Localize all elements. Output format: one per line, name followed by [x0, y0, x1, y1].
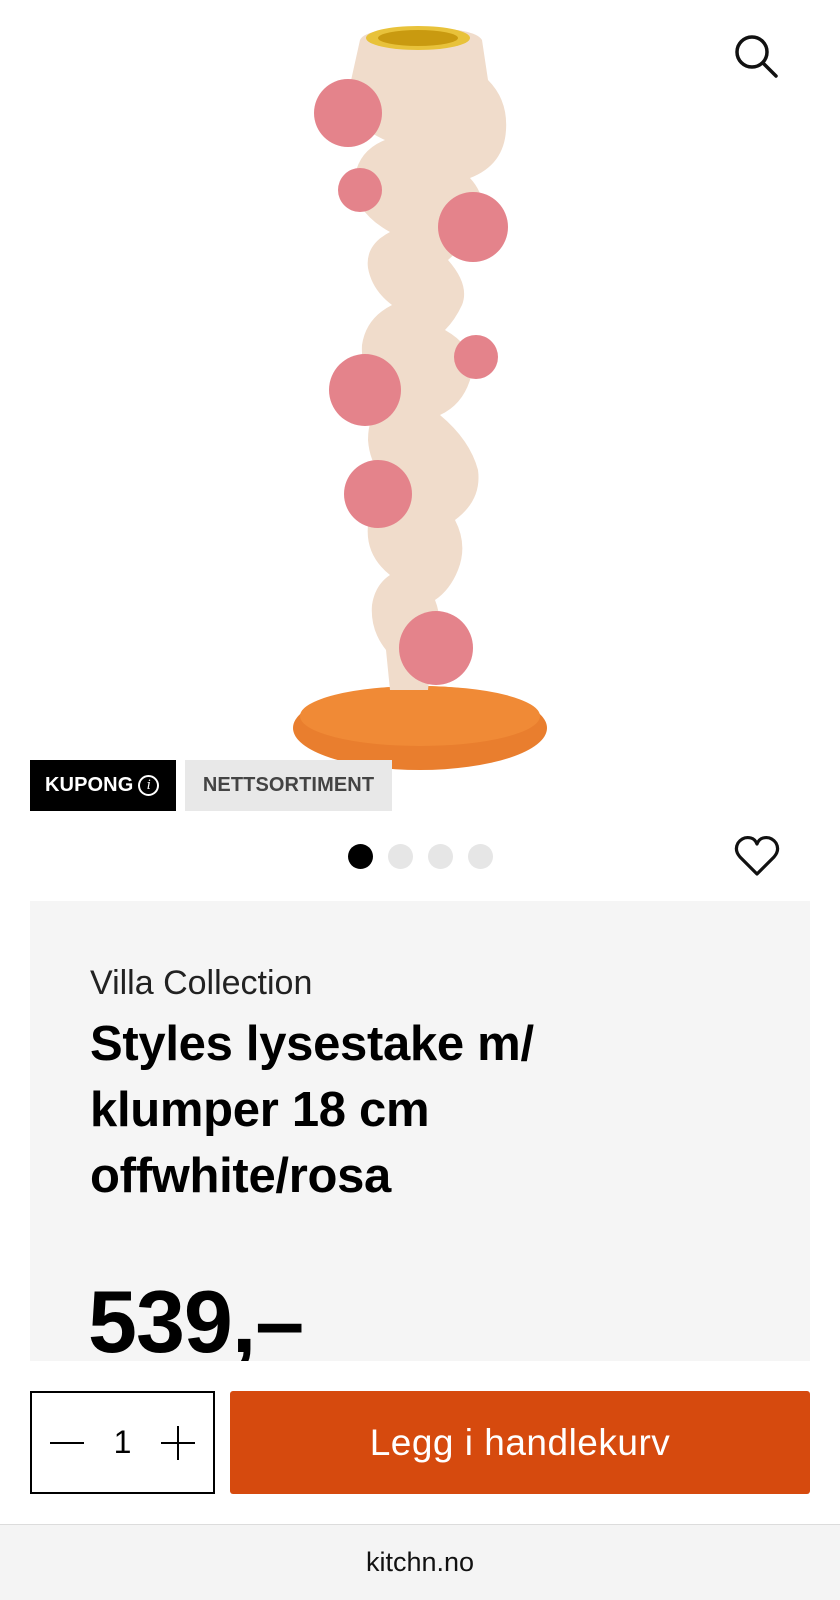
favorite-button[interactable] [734, 834, 780, 880]
product-title: Styles lysestake m/ klumper 18 cm offwhi… [90, 1017, 534, 1203]
minus-icon [50, 1441, 84, 1444]
search-button[interactable] [728, 28, 784, 84]
add-to-cart-button[interactable]: Legg i handlekurv [230, 1391, 810, 1494]
product-info-panel: Villa Collection Styles lysestake m/ klu… [30, 901, 810, 1361]
nettsortiment-badge: NETTSORTIMENT [185, 760, 392, 811]
heart-icon [734, 835, 780, 876]
carousel-dot[interactable] [348, 844, 373, 869]
browser-address-bar[interactable]: kitchn.no [0, 1524, 840, 1600]
product-image [293, 26, 547, 770]
kupong-label: KUPONG [45, 774, 134, 796]
carousel-dots [348, 844, 493, 869]
decrease-quantity-button[interactable] [50, 1426, 84, 1460]
nettsortiment-label: NETTSORTIMENT [202, 774, 375, 796]
url-text: kitchn.no [365, 1547, 475, 1577]
carousel-dot[interactable] [428, 844, 453, 869]
product-image-gallery[interactable] [0, 0, 840, 830]
carousel-dot[interactable] [388, 844, 413, 869]
product-price: 539,– [88, 1272, 304, 1361]
increase-quantity-button[interactable] [160, 1425, 195, 1460]
info-icon[interactable]: i [138, 775, 160, 796]
carousel-dot[interactable] [468, 844, 493, 869]
quantity-stepper: 1 [30, 1391, 215, 1494]
kupong-badge[interactable]: KUPONG i [30, 760, 176, 811]
quantity-value[interactable]: 1 [114, 1424, 132, 1461]
product-badges: KUPONG i NETTSORTIMENT [30, 760, 392, 811]
brand-name[interactable]: Villa Collection [90, 964, 312, 1003]
search-icon [735, 35, 778, 78]
